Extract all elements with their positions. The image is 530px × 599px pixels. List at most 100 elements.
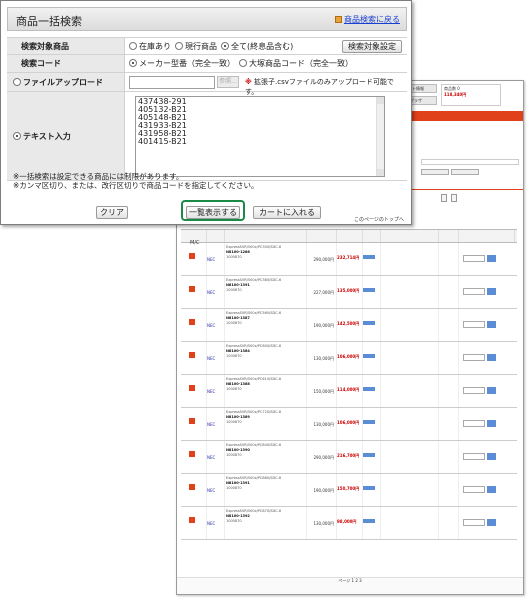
bg-row-compare[interactable] bbox=[439, 309, 459, 341]
product-icon bbox=[189, 451, 195, 457]
bg-row-select[interactable] bbox=[463, 321, 485, 328]
bg-row-add-button[interactable] bbox=[487, 288, 496, 295]
bg-row-model[interactable]: ExpressSVR/500x/PC870/SDC-6 N8100-1392 100… bbox=[225, 507, 307, 539]
bg-row-model[interactable]: ExpressSVR/500x/PC300/SDC-6 N8100-1286 100… bbox=[225, 243, 307, 275]
bg-row-select[interactable] bbox=[463, 486, 485, 493]
scroll-up-icon[interactable] bbox=[377, 97, 384, 104]
bg-row-checkbox[interactable] bbox=[181, 441, 207, 473]
bg-row-add-button[interactable] bbox=[487, 420, 496, 427]
bg-row-compare[interactable] bbox=[439, 474, 459, 506]
bg-row-select[interactable] bbox=[463, 519, 485, 526]
bg-row-note bbox=[381, 441, 439, 473]
bg-row-model[interactable]: ExpressSVR/500x/PC560/SDC-6 N8100-1387 100… bbox=[225, 309, 307, 341]
label-text-input[interactable]: テキスト入力 bbox=[7, 92, 125, 180]
code-line: 401415-B21 bbox=[138, 137, 187, 146]
bg-row-model[interactable]: ExpressSVR/500x/PC600/SDC-6 N8100-1384 100… bbox=[225, 342, 307, 374]
bg-search-input[interactable] bbox=[421, 159, 519, 165]
bg-row-model[interactable]: ExpressSVR/500x/PC720/SDC-6 N8100-1389 100… bbox=[225, 408, 307, 440]
radio-otsuka-code[interactable]: 大塚商品コード（完全一致） bbox=[239, 58, 353, 69]
dialog-title: 商品一括検索 bbox=[16, 15, 82, 28]
bg-row-checkbox[interactable] bbox=[181, 276, 207, 308]
bg-row-stock bbox=[363, 309, 381, 341]
warning-mark: ※ bbox=[245, 78, 252, 86]
bg-row-checkbox[interactable] bbox=[181, 408, 207, 440]
textarea-scrollbar[interactable] bbox=[376, 97, 384, 176]
bg-row-add-button[interactable] bbox=[487, 519, 496, 526]
bg-row-select[interactable] bbox=[463, 420, 485, 427]
code-textarea[interactable]: 437438-291 405132-B21 405148-B21 431933-… bbox=[135, 96, 385, 177]
clear-button[interactable]: クリア bbox=[96, 206, 128, 219]
bg-row-model[interactable]: ExpressSVR/500x/PC840/SDC-6 N8100-1390 100… bbox=[225, 441, 307, 473]
bg-row-select[interactable] bbox=[463, 387, 485, 394]
bg-top-link[interactable]: このページのトップへ bbox=[354, 216, 404, 223]
bg-row-maker[interactable]: NEC bbox=[207, 441, 225, 473]
bg-row-myplaza[interactable] bbox=[459, 276, 515, 308]
bg-row-myplaza[interactable] bbox=[459, 507, 515, 539]
label-file-upload[interactable]: ファイルアップロード bbox=[7, 73, 125, 91]
bg-row-stock bbox=[363, 375, 381, 407]
bg-row-compare[interactable] bbox=[439, 507, 459, 539]
bg-row-select[interactable] bbox=[463, 354, 485, 361]
bg-row-compare[interactable] bbox=[439, 243, 459, 275]
bg-row-model[interactable]: ExpressSVR/500x/PC860/SDC-6 N8100-1391 100… bbox=[225, 474, 307, 506]
document-icon bbox=[335, 16, 342, 23]
radio-current-product[interactable]: 現行商品 bbox=[175, 41, 217, 52]
bg-row-add-button[interactable] bbox=[487, 321, 496, 328]
stock-badge-icon bbox=[363, 288, 375, 292]
bg-row-compare[interactable] bbox=[439, 441, 459, 473]
bg-row-add-button[interactable] bbox=[487, 387, 496, 394]
search-target-settings-button[interactable]: 検索対象設定 bbox=[342, 40, 402, 53]
bg-row-myplaza[interactable] bbox=[459, 408, 515, 440]
bg-row-maker[interactable]: NEC bbox=[207, 309, 225, 341]
bg-search-button[interactable] bbox=[421, 169, 449, 175]
back-to-search-link[interactable]: 商品検索に戻る bbox=[335, 14, 400, 25]
bg-row-checkbox[interactable] bbox=[181, 342, 207, 374]
add-to-cart-button[interactable]: カートに入れる bbox=[253, 206, 321, 219]
browse-button[interactable]: 参照... bbox=[217, 76, 239, 88]
scroll-down-icon[interactable] bbox=[377, 169, 384, 176]
bg-row-myplaza[interactable] bbox=[459, 243, 515, 275]
radio-maker-model[interactable]: メーカー型番（完全一致） bbox=[129, 58, 235, 69]
bg-row-myplaza[interactable] bbox=[459, 342, 515, 374]
bg-row-myplaza[interactable] bbox=[459, 474, 515, 506]
bg-row-maker[interactable]: NEC bbox=[207, 474, 225, 506]
bg-row-select[interactable] bbox=[463, 288, 485, 295]
bg-row-maker[interactable]: NEC bbox=[207, 243, 225, 275]
radio-label: 現行商品 bbox=[185, 41, 217, 51]
bg-row-add-button[interactable] bbox=[487, 255, 496, 262]
bg-row-checkbox[interactable] bbox=[181, 507, 207, 539]
bg-row-checkbox[interactable] bbox=[181, 474, 207, 506]
bg-row-myplaza[interactable] bbox=[459, 441, 515, 473]
bg-row-compare[interactable] bbox=[439, 408, 459, 440]
bg-row-select[interactable] bbox=[463, 453, 485, 460]
bg-row-model[interactable]: ExpressSVR/500x/PC380/SDC-6 N8100-1391 100… bbox=[225, 276, 307, 308]
radio-all-products[interactable]: 全て(終息品含む) bbox=[221, 41, 293, 52]
bg-row-maker[interactable]: NEC bbox=[207, 342, 225, 374]
bg-row-maker[interactable]: NEC bbox=[207, 276, 225, 308]
bg-row-checkbox[interactable] bbox=[181, 243, 207, 275]
bg-row-select[interactable] bbox=[463, 255, 485, 262]
bg-results-table: NEC ExpressSVR/500x/PC300/SDC-6 N8100-1286… bbox=[181, 229, 517, 540]
bg-row-checkbox[interactable] bbox=[181, 309, 207, 341]
bg-search-option[interactable] bbox=[451, 169, 479, 175]
radio-in-stock[interactable]: 在庫あり bbox=[129, 41, 171, 52]
bg-compare-button[interactable] bbox=[441, 194, 447, 202]
bg-row-add-button[interactable] bbox=[487, 354, 496, 361]
bg-row-myplaza[interactable] bbox=[459, 309, 515, 341]
bg-row-checkbox[interactable] bbox=[181, 375, 207, 407]
bg-row-myplaza[interactable] bbox=[459, 375, 515, 407]
bg-list-button[interactable] bbox=[450, 194, 457, 202]
bg-row-compare[interactable] bbox=[439, 342, 459, 374]
bg-row-compare[interactable] bbox=[439, 276, 459, 308]
file-path-input[interactable] bbox=[129, 75, 215, 89]
bg-pagination[interactable]: ページ 1 2 3 bbox=[338, 578, 361, 583]
bg-row-maker[interactable]: NEC bbox=[207, 507, 225, 539]
bg-row-add-button[interactable] bbox=[487, 486, 496, 493]
bg-row-compare[interactable] bbox=[439, 375, 459, 407]
bg-row-maker[interactable]: NEC bbox=[207, 375, 225, 407]
bg-row-model[interactable]: ExpressSVR/500x/PC610/SDC-6 N8100-1388 100… bbox=[225, 375, 307, 407]
bg-row-add-button[interactable] bbox=[487, 453, 496, 460]
bg-row-maker[interactable]: NEC bbox=[207, 408, 225, 440]
stock-badge-icon bbox=[363, 255, 375, 259]
product-icon bbox=[189, 319, 195, 325]
